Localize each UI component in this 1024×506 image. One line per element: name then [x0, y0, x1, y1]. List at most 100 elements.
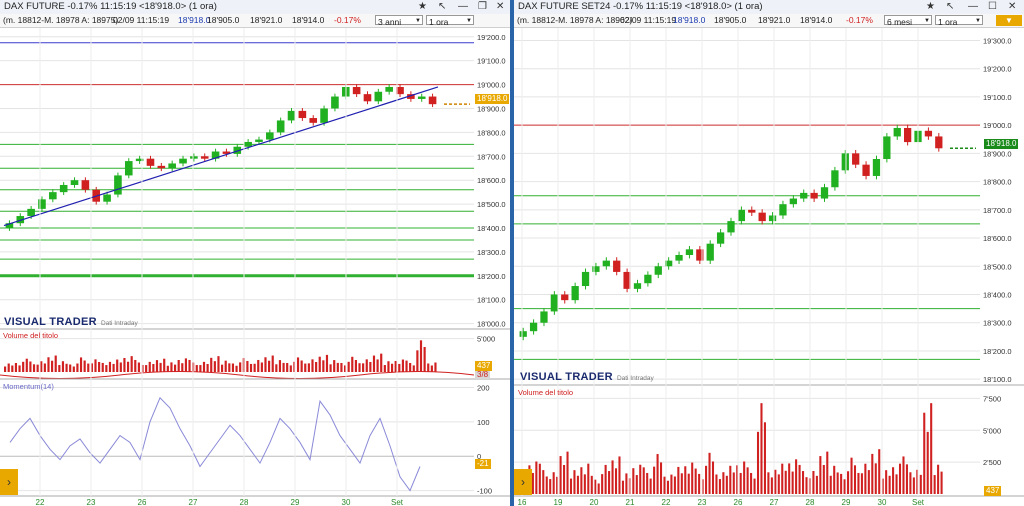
left-logo: VISUAL TRADER Dati Intraday — [4, 316, 138, 328]
left-volume-bar — [184, 358, 188, 372]
right-chart-canvas[interactable]: 19'300.0 19'200.0 19'100.0 19'000.0 18'900.0… — [514, 0, 1024, 506]
right-volume-bar — [583, 474, 586, 494]
right-volume-bar — [559, 456, 562, 494]
right-candle — [935, 136, 943, 149]
right-scroll-button[interactable]: › — [514, 469, 532, 495]
right-volume-bar — [708, 452, 711, 494]
right-x-tick-label: 21 — [626, 498, 635, 506]
left-volume-bar — [333, 360, 336, 372]
right-price-tag: 18'918.0 — [984, 139, 1019, 149]
left-volume-bar — [101, 362, 104, 372]
right-volume-bar — [573, 470, 576, 494]
left-volume-bar — [369, 362, 372, 372]
right-x-tick-label: Set — [912, 498, 925, 506]
right-x-tick-label: 27 — [770, 498, 779, 506]
right-candle — [571, 286, 579, 301]
right-candle — [540, 311, 548, 323]
right-x-tick-label: 26 — [734, 498, 743, 506]
right-volume-bar — [930, 403, 933, 494]
left-y-tick-label: 18'200.0 — [477, 272, 506, 281]
right-volume-bar — [919, 474, 922, 494]
left-x-tick-label: 22 — [36, 498, 45, 506]
left-volume-bar — [152, 364, 155, 372]
left-volume-bar — [51, 360, 54, 372]
left-chart-canvas[interactable]: 19'200.0 19'100.0 19'000.0 18'900.0 18'800.0… — [0, 0, 510, 506]
left-candle — [179, 158, 187, 164]
left-volume-bar — [264, 357, 267, 372]
left-volume-bar — [239, 362, 242, 372]
right-candle — [727, 221, 735, 233]
left-y-tick-label: 18'400.0 — [477, 224, 506, 233]
left-volume-bar — [358, 363, 361, 372]
left-volume-bar — [282, 362, 285, 372]
right-volume-bar — [715, 474, 718, 494]
left-y-tick-label: 19'000.0 — [477, 81, 506, 90]
right-volume-bar — [677, 466, 680, 494]
left-candle — [244, 141, 252, 147]
left-volume-bar — [412, 365, 415, 372]
right-volume-bar — [604, 464, 607, 494]
left-volume-bar — [69, 364, 72, 372]
left-volume-bar — [177, 360, 180, 372]
right-candle — [841, 153, 849, 171]
right-volume-bar — [770, 477, 773, 494]
right-candle — [685, 249, 694, 255]
left-volume-bar — [137, 362, 140, 372]
left-volume-bar — [98, 362, 101, 372]
right-volume-bar — [684, 466, 687, 494]
right-candle — [789, 198, 797, 205]
right-y-tick-label: 18'800.0 — [983, 178, 1012, 187]
right-volume-bar — [926, 431, 929, 494]
right-volume-bar — [840, 473, 843, 494]
right-logo-sub: Dati Intraday — [616, 375, 654, 382]
left-volume-bar — [54, 355, 57, 372]
right-volume-bar — [670, 474, 673, 494]
left-volume-bar — [195, 365, 198, 372]
right-volume-bar — [614, 468, 618, 494]
right-volume-bar — [878, 449, 881, 494]
left-volume-bar — [155, 360, 159, 372]
left-candle — [428, 96, 437, 105]
left-volume-bar — [188, 359, 191, 372]
right-volume-bar — [569, 478, 573, 494]
left-volume-bar — [148, 361, 151, 372]
left-y-tick-label: 18'100.0 — [477, 296, 506, 305]
right-y-tick-label: 18'600.0 — [983, 234, 1012, 243]
right-volume-bar — [705, 465, 708, 494]
left-volume-bar — [430, 365, 433, 372]
right-volume-bar — [663, 476, 666, 494]
right-volume-bar — [805, 477, 808, 494]
left-volume-bar — [409, 363, 412, 372]
left-candle — [70, 180, 79, 185]
left-candle — [157, 165, 166, 169]
left-volume-bar — [72, 366, 75, 372]
right-volume-bar — [718, 479, 721, 494]
right-candle — [893, 127, 901, 137]
left-volume-bar — [275, 364, 278, 372]
right-x-tick-label: 30 — [878, 498, 887, 506]
right-volume-bar — [802, 471, 805, 494]
left-volume-bar — [376, 359, 379, 372]
left-y-tick-label: 19'200.0 — [477, 33, 506, 42]
right-volume-bar — [888, 475, 891, 494]
right-candle — [581, 271, 590, 287]
left-candle — [331, 96, 339, 109]
left-x-tick-label: 29 — [291, 498, 300, 506]
left-volume-bar — [398, 363, 401, 372]
left-volume-bar — [380, 353, 383, 372]
left-volume-bar — [181, 363, 184, 372]
left-candle — [38, 199, 46, 209]
left-volume-average-line — [0, 371, 475, 379]
right-candle — [613, 260, 621, 272]
left-volume-bar — [18, 365, 21, 372]
left-price-panel — [0, 28, 474, 328]
right-volume-bar — [580, 467, 583, 494]
left-chart-window: DAX FUTURE -0.17% 11:15:19 <18'918.0> (1… — [0, 0, 510, 506]
left-scroll-button[interactable]: › — [0, 469, 18, 495]
left-candle — [287, 110, 296, 121]
left-logo-sub: Dati Intraday — [100, 320, 138, 327]
right-volume-bar — [611, 460, 614, 494]
right-y-tick-label: 18'900.0 — [983, 149, 1012, 158]
right-volume-bar — [763, 422, 766, 494]
right-volume-bar — [621, 480, 624, 494]
